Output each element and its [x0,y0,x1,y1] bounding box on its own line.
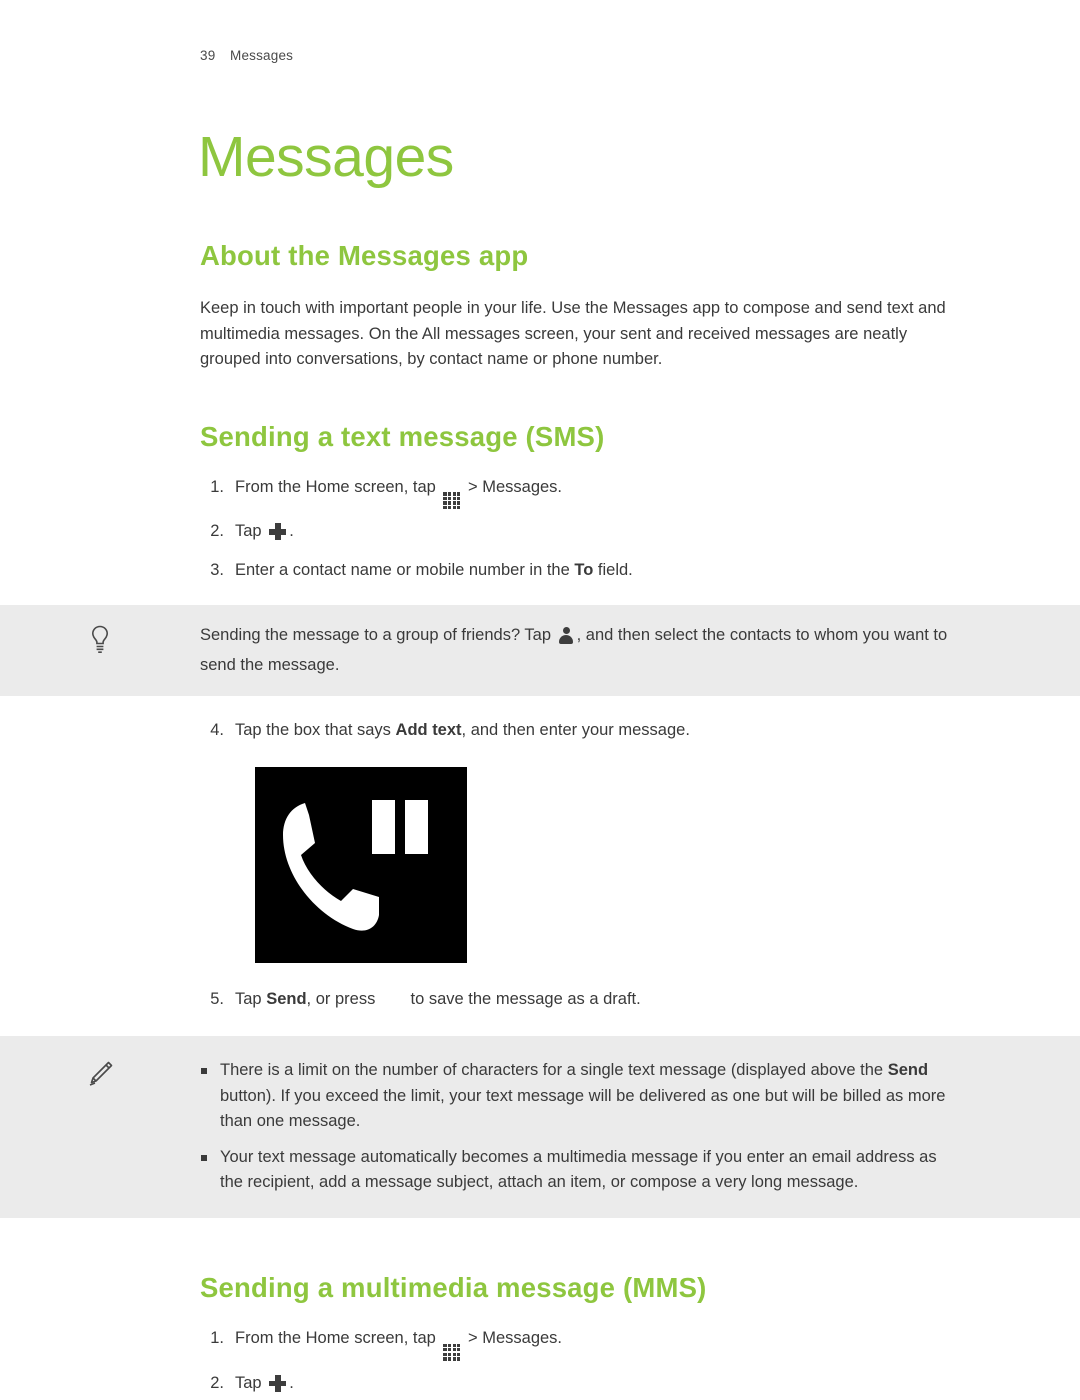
sms-step-3-number: 3. [210,561,224,580]
mms-step-1-text-before: From the Home screen, tap [235,1328,436,1347]
note-bullet-list: There is a limit on the number of charac… [200,1058,960,1196]
sms-step-5: 5. Tap Send, or press to save the messag… [200,987,960,1012]
tip-glyph-column [0,623,200,678]
section-heading-sms: Sending a text message (SMS) [200,420,605,452]
sms-step-3-text-before: Enter a contact name or mobile number in… [235,561,570,580]
sms-step-4-text-before: Tap the box that says [235,721,391,740]
sms-step-5-block: 5. Tap Send, or press to save the messag… [0,987,1080,1012]
sms-step-1: 1. From the Home screen, tap > Messages. [200,475,960,510]
sms-step-list-cont: 4. Tap the box that says Add text, and t… [200,718,960,743]
note-glyph-column [0,1058,200,1196]
mms-step-1-text-after: > Messages. [468,1328,563,1347]
note-bullet-1-part1: There is a limit on the number of charac… [220,1061,884,1080]
sms-step-1-text-after: > Messages. [468,477,563,496]
tip-callout-body: Sending the message to a group of friend… [200,623,960,678]
section-heading-mms: Sending a multimedia message (MMS) [200,1271,707,1303]
mms-step-1-number: 1. [210,1328,224,1347]
sms-step-list: 1. From the Home screen, tap > Messages.… [200,475,960,584]
mms-step-2-text-after: . [289,1373,294,1392]
sms-step-3: 3. Enter a contact name or mobile number… [200,558,960,583]
pencil-icon [86,1060,114,1093]
sms-step-2-text-after: . [289,522,294,541]
sms-step-2-number: 2. [210,522,224,541]
sms-step-5-text-before: Tap [235,990,262,1009]
note-bullet-2-part1: Your text message automatically becomes … [220,1147,937,1192]
note-callout: There is a limit on the number of charac… [0,1036,1080,1218]
sms-step-3-bold: To [574,561,594,580]
sms-step-4-bold: Add text [395,721,462,740]
section-mms: Sending a multimedia message (MMS) 1. Fr… [0,1272,1080,1400]
note-bullet-2: Your text message automatically becomes … [200,1145,960,1196]
sms-step-4: 4. Tap the box that says Add text, and t… [200,718,960,743]
app-grid-icon [443,479,461,510]
sms-step-5-text-mid: , or press [306,990,376,1009]
section-about: About the Messages app Keep in touch wit… [0,240,1080,373]
mms-step-2-text-before: Tap [235,1373,262,1392]
plus-icon [269,523,287,548]
screenshot-image [255,767,467,964]
running-header: 39 Messages [200,48,293,63]
sms-step-list-cont2: 5. Tap Send, or press to save the messag… [200,987,960,1012]
person-icon [559,627,574,653]
note-bullet-1: There is a limit on the number of charac… [200,1058,960,1135]
mms-step-1: 1. From the Home screen, tap > Messages. [200,1326,960,1361]
sms-step-1-text-before: From the Home screen, tap [235,477,436,496]
section-about-paragraph: Keep in touch with important people in y… [200,299,946,368]
mms-step-list: 1. From the Home screen, tap > Messages.… [200,1326,960,1400]
sms-step-3-text-after: field. [597,561,633,580]
sms-step-2: 2. Tap . [200,519,960,548]
plus-icon [269,1374,287,1400]
page-content: About the Messages app Keep in touch wit… [0,240,1080,1400]
sms-step-4-number: 4. [210,721,224,740]
tip-callout: Sending the message to a group of friend… [0,605,1080,697]
sms-step-4-text-after: , and then enter your message. [461,721,690,740]
note-bullet-1-bold: Send [887,1061,929,1080]
sms-step-4-block: 4. Tap the box that says Add text, and t… [0,718,1080,743]
pause-bar-right [405,800,428,855]
lightbulb-icon [89,625,111,660]
sms-step-5-text-after: to save the message as a draft. [410,990,641,1009]
pause-bar-left [372,800,395,855]
section-heading-about: About the Messages app [200,240,529,271]
mms-step-2: 2. Tap . [200,1371,960,1400]
page-number: 39 [200,48,216,63]
app-grid-icon [443,1330,461,1361]
tip-text-before: Sending the message to a group of friend… [200,626,552,645]
note-bullet-1-part2: button). If you exceed the limit, your t… [220,1086,946,1131]
sms-step-1-number: 1. [210,477,224,496]
sms-step-5-bold: Send [266,990,307,1009]
manual-page: 39 Messages Messages About the Messages a… [0,0,1080,1397]
section-sms: Sending a text message (SMS) 1. From the… [0,421,1080,584]
note-callout-body: There is a limit on the number of charac… [200,1058,960,1196]
page-title: Messages [198,125,454,190]
header-chapter-label: Messages [230,48,294,63]
sms-step-2-text-before: Tap [235,522,262,541]
sms-step-5-number: 5. [210,990,224,1009]
mms-step-2-number: 2. [210,1373,224,1392]
